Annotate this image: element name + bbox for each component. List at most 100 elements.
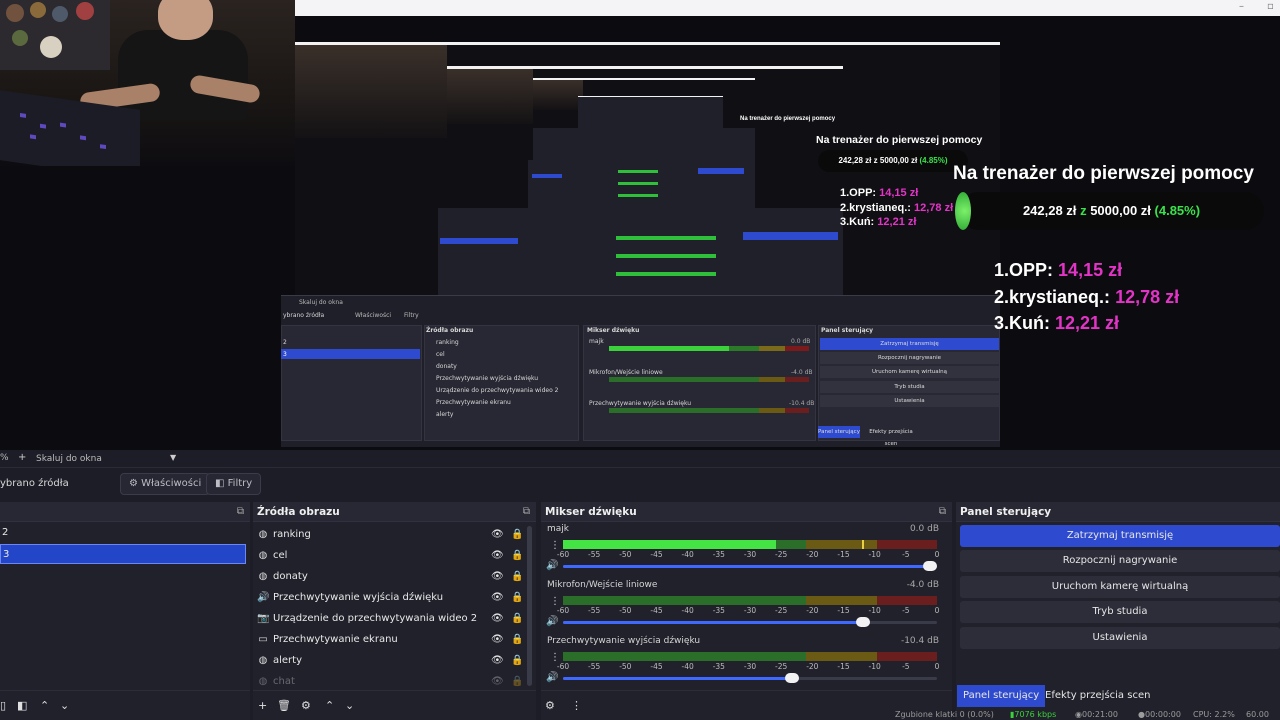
- rec-timer: ● 00:00:00: [1138, 710, 1181, 719]
- lock-icon[interactable]: 🔒: [511, 566, 523, 587]
- tick-label: -10: [868, 662, 881, 671]
- mixer-channel: majk 0.0 dB ⋮ -60 -55 -50 -45 -40 -35 -30 -25 -20 -1…: [541, 524, 945, 580]
- float-icon[interactable]: ⧉: [939, 502, 946, 522]
- tick-label: -15: [837, 662, 850, 671]
- channel-db: -10.4 dB: [900, 636, 939, 646]
- tick-label: 0: [934, 550, 940, 559]
- tick-label: -55: [588, 662, 601, 671]
- donation-goal-title: Na trenażer do pierwszej pomocy: [953, 163, 1254, 184]
- start-recording-button[interactable]: Rozpocznij nagrywanie: [960, 550, 1280, 572]
- visibility-eye-icon[interactable]: 👁: [491, 524, 504, 545]
- tick-label: -20: [806, 606, 819, 615]
- chevron-down-icon[interactable]: ▼: [170, 453, 176, 462]
- source-label: Urządzenie do przechwytywania wideo 2: [273, 613, 478, 624]
- tick-label: 0: [934, 606, 940, 615]
- tick-label: -25: [775, 550, 788, 559]
- source-toolbar: ybrano źródła ⚙ Właściwości ◧ Filtry: [0, 468, 1280, 502]
- speaker-icon[interactable]: 🔊: [546, 560, 558, 571]
- studio-mode-button[interactable]: Tryb studia: [960, 601, 1280, 623]
- visibility-eye-icon[interactable]: 👁: [491, 587, 504, 608]
- filter-icon: ◧: [215, 478, 225, 489]
- selected-source-label: ybrano źródła: [0, 478, 69, 489]
- tick-label: -40: [681, 662, 694, 671]
- visibility-eye-icon[interactable]: 👁: [491, 545, 504, 566]
- visibility-eye-icon[interactable]: 👁: [491, 629, 504, 650]
- scale-dropdown[interactable]: Skaluj do okna: [36, 454, 102, 464]
- volume-meter: [563, 596, 937, 605]
- tab-scene-transitions[interactable]: Efekty przejścia scen: [1039, 685, 1156, 707]
- lock-icon[interactable]: 🔒: [511, 545, 523, 566]
- source-item[interactable]: ◍ alerty 👁 🔒: [257, 650, 525, 671]
- preview-canvas[interactable]: – ▫ Skaluj do okna ybrano źródła Właściw…: [0, 0, 1280, 450]
- lock-icon[interactable]: 🔒: [511, 671, 523, 692]
- donation-goal-overlay: Na trenażer do pierwszej pomocy 242,28 z…: [953, 163, 1264, 333]
- tick-label: -40: [681, 606, 694, 615]
- nested-donation-overlay-small: Na trenażer do pierwszej pomocy: [740, 116, 836, 122]
- add-icon[interactable]: +: [18, 452, 26, 463]
- lock-icon[interactable]: 🔒: [511, 650, 523, 671]
- source-item[interactable]: ◍ ranking 👁 🔒: [257, 524, 525, 545]
- lock-icon[interactable]: 🔒: [511, 629, 523, 650]
- live-timer: ◉ 00:21:00: [1075, 710, 1118, 719]
- sources-dock-header: Źródła obrazu ⧉: [253, 502, 536, 522]
- source-item[interactable]: 📷 Urządzenie do przechwytywania wideo 2 👁 🔒: [257, 608, 525, 629]
- globe-icon: ◍: [258, 550, 268, 561]
- lock-icon[interactable]: 🔒: [511, 524, 523, 545]
- lock-icon[interactable]: 🔒: [511, 608, 523, 629]
- tick-label: -55: [588, 606, 601, 615]
- speaker-icon[interactable]: 🔊: [546, 672, 558, 683]
- fps-indicator: 60.00: [1246, 710, 1269, 719]
- globe-icon: ◍: [258, 655, 268, 666]
- sources-scrollbar[interactable]: [527, 526, 532, 686]
- scene-item[interactable]: 2: [0, 523, 246, 543]
- preview-toolbar: % + Skaluj do okna ▼: [0, 450, 1280, 468]
- start-virtual-camera-button[interactable]: Uruchom kamerę wirtualną: [960, 576, 1280, 598]
- source-item[interactable]: ◍ chat 👁 🔒: [257, 671, 525, 692]
- globe-icon: ◍: [258, 571, 268, 582]
- tab-controls[interactable]: Panel sterujący: [957, 685, 1046, 707]
- controls-dock-header: Panel sterujący: [956, 502, 1280, 522]
- visibility-eye-icon[interactable]: 👁: [491, 566, 504, 587]
- stop-stream-button[interactable]: Zatrzymaj transmisję: [960, 525, 1280, 547]
- volume-slider[interactable]: [563, 617, 937, 627]
- obs-main-ui: % + Skaluj do okna ▼ ybrano źródła ⚙ Wła…: [0, 450, 1280, 720]
- meter-scale: -60 -55 -50 -45 -40 -35 -30 -25 -20 -15 -10 -5 0: [557, 662, 940, 672]
- speaker-icon[interactable]: 🔊: [546, 616, 558, 627]
- settings-button[interactable]: Ustawienia: [960, 627, 1280, 649]
- scene-item-selected[interactable]: 3: [0, 544, 246, 564]
- filters-button[interactable]: ◧ Filtry: [206, 473, 262, 495]
- source-item[interactable]: 🔊 Przechwytywanie wyjścia dźwięku 👁 🔒: [257, 587, 525, 608]
- source-item[interactable]: ◍ donaty 👁 🔒: [257, 566, 525, 587]
- source-item[interactable]: ◍ cel 👁 🔒: [257, 545, 525, 566]
- visibility-eye-icon[interactable]: 👁: [491, 671, 504, 692]
- tick-label: -35: [712, 662, 725, 671]
- dropped-frames: Zgubione klatki 0 (0.0%): [895, 710, 994, 719]
- zoom-label[interactable]: %: [0, 453, 9, 463]
- scenes-dock: ⧉ 2 3 ▯ ◧ ⌃ ⌄: [0, 502, 250, 720]
- float-icon[interactable]: ⧉: [237, 502, 244, 522]
- donation-progress-bar: 242,28 zł z 5000,00 zł (4.85%): [955, 192, 1264, 230]
- captured-window-titlebar: – ▫: [295, 0, 1280, 16]
- float-icon[interactable]: ⧉: [523, 502, 530, 522]
- tick-label: 0: [934, 662, 940, 671]
- audio-mixer-dock: Mikser dźwięku ⧉ majk 0.0 dB ⋮ -60 -55 -50 -45…: [541, 502, 952, 720]
- tick-label: -60: [556, 550, 570, 559]
- tick-label: -30: [743, 606, 757, 615]
- channel-db: -4.0 dB: [906, 580, 939, 590]
- tick-label: -45: [650, 662, 663, 671]
- mixer-channel: Mikrofon/Wejście liniowe -4.0 dB ⋮ -60 -55 -5…: [541, 580, 945, 636]
- visibility-eye-icon[interactable]: 👁: [491, 650, 504, 671]
- volume-slider[interactable]: [563, 673, 937, 683]
- lock-icon[interactable]: 🔒: [511, 587, 523, 608]
- tick-label: -50: [619, 606, 632, 615]
- properties-button[interactable]: ⚙ Właściwości: [120, 473, 211, 495]
- visibility-eye-icon[interactable]: 👁: [491, 608, 504, 629]
- source-item[interactable]: ▭ Przechwytywanie ekranu 👁 🔒: [257, 629, 525, 650]
- channel-db: 0.0 dB: [909, 524, 939, 534]
- source-label: Przechwytywanie ekranu: [273, 634, 398, 645]
- tick-label: -45: [650, 606, 663, 615]
- volume-slider[interactable]: [563, 561, 937, 571]
- tick-label: -50: [619, 662, 632, 671]
- tick-label: -10: [868, 606, 881, 615]
- tick-label: -25: [775, 662, 788, 671]
